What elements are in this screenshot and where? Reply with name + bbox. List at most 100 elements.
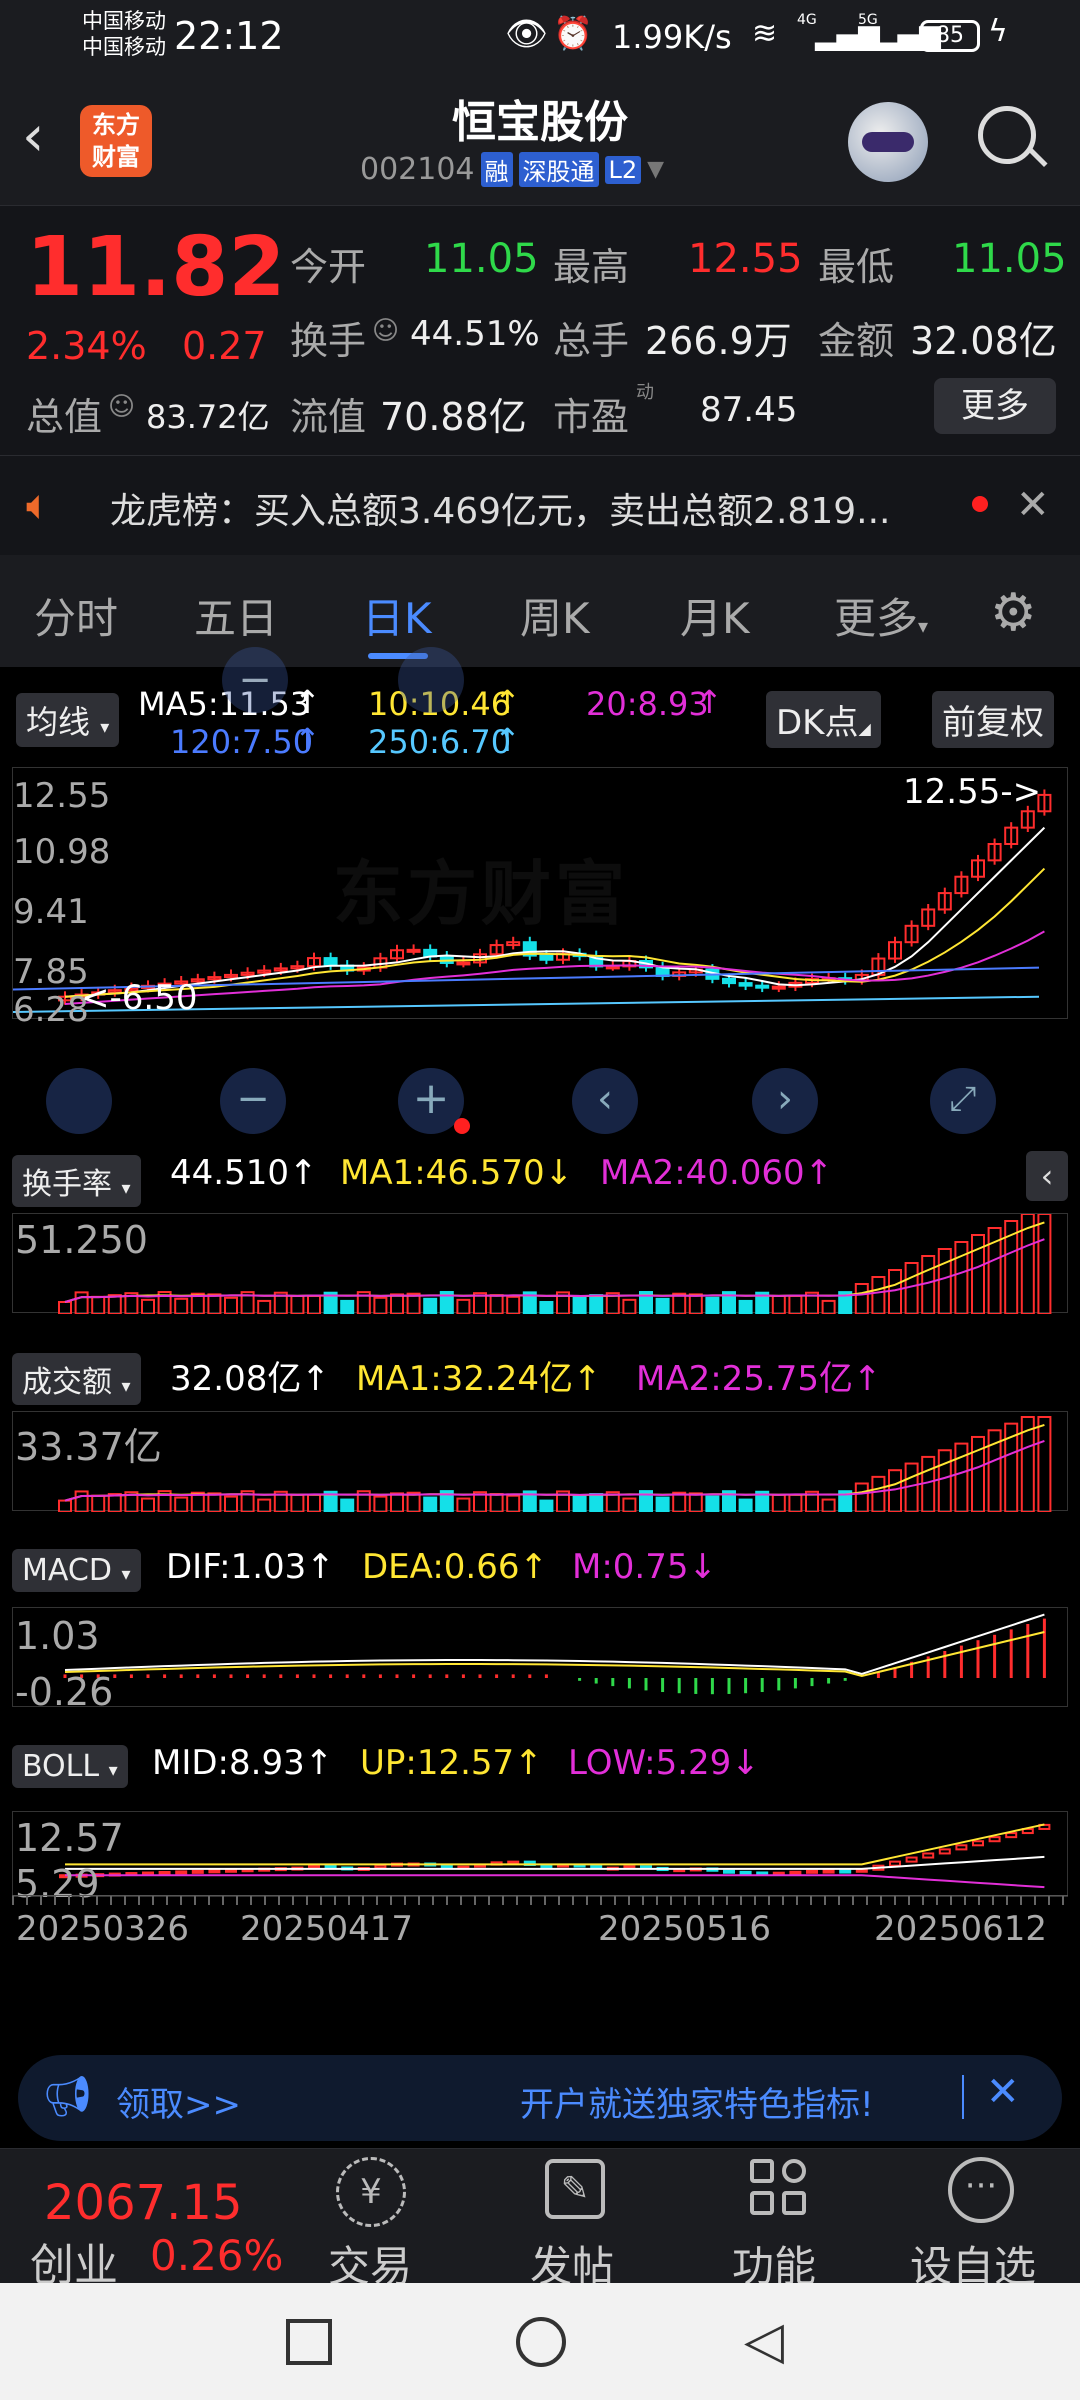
change-amount: 0.27 [182,324,267,368]
volume-bar [1037,1416,1052,1512]
index-value[interactable]: 2067.15 [44,2175,243,2231]
tab-weekly-k[interactable]: 周K [520,585,590,646]
back-nav-button[interactable]: ◁ [744,2311,784,2371]
turnover-bar [423,1297,438,1314]
tab-intraday[interactable]: 分时 [34,585,118,646]
turnover-chart[interactable]: 51.250 [12,1213,1068,1314]
notice-bar[interactable]: 🔈︎ 龙虎榜：买入总额3.469亿元，卖出总额2.819... ✕ [0,455,1080,555]
boll-up: UP:12.57↑ [360,1743,543,1783]
home-button[interactable] [516,2317,566,2367]
fullscreen-icon[interactable]: ⤢ [930,1068,996,1134]
volume-bar [207,1492,222,1512]
macd-indicator-select[interactable]: MACD ▾ [12,1549,141,1592]
stock-code-row[interactable]: 002104 融 深股通 L2 ▼ [360,152,664,187]
info-icon-2[interactable]: ☺ [108,392,135,422]
volume-bar [788,1493,803,1512]
turnover-bar [854,1283,869,1314]
date-axis-ticks [12,1895,1068,1905]
tab-more[interactable]: 更多▾ [834,585,928,646]
volume-indicator-value: 32.08亿↑ [170,1359,330,1399]
volume-label: 总手 [553,319,630,363]
turnover-bar [58,1301,72,1314]
low-marker: <-6.50 [81,978,198,1018]
robot-assistant-icon[interactable] [848,102,928,182]
low-value: 11.05 [952,236,1067,282]
carrier-1: 中国移动 [82,9,166,33]
turnover-bar [174,1297,189,1314]
y-tick-5: 6.28 [13,990,89,1030]
turnover-bar [141,1298,155,1314]
volume-indicator-select[interactable]: 成交额 ▾ [12,1353,141,1405]
volume-indicator-label: 成交额 [22,1365,112,1400]
high-label: 最高 [553,245,630,289]
event-marker-dot[interactable] [454,1118,470,1134]
zoom-out-button[interactable]: − [220,1068,286,1134]
candle-body [406,948,421,953]
charging-icon: ϟ [988,14,1008,49]
kline-chart[interactable]: 东方财富 12.55 10.98 9.41 7.85 6.28 12.55-> … [12,767,1068,1030]
boll-mid-value: MID:8.93 [152,1743,305,1783]
turnover-bar [207,1293,222,1314]
index-percent: 0.26% [150,2231,284,2280]
tab-monthly-k[interactable]: 月K [680,585,750,646]
ma-type-select[interactable]: 均线 ▾ [16,693,120,747]
boll-mid-line [65,1855,1045,1870]
search-icon[interactable] [978,106,1048,168]
candle-body [771,985,786,990]
turnover-bar [788,1294,803,1314]
more-button[interactable]: 更多 [934,378,1056,434]
settings-gear-icon[interactable]: ⚙ [990,583,1037,643]
open-value: 11.05 [424,236,539,282]
dropdown-icon: ▾ [121,1178,131,1199]
macd-chart[interactable]: 1.03 -0.26 [12,1607,1068,1714]
collapse-panel-button[interactable]: ‹ [1026,1151,1068,1201]
boll-candle [225,1868,237,1873]
date-label-3: 20250516 [598,1909,772,1949]
volume-bar [91,1494,106,1512]
promo-banner[interactable]: 📢︎ 领取>> 开户就送独家特色指标! ✕ [18,2055,1062,2141]
turnover-tick: 51.250 [15,1218,148,1262]
close-icon[interactable]: ✕ [986,2069,1020,2115]
scroll-right-button[interactable]: › [752,1068,818,1134]
banner-left-text[interactable]: 领取>> [116,2077,241,2126]
boll-mid: MID:8.93↑ [152,1743,334,1783]
scroll-left-button[interactable]: ‹ [572,1068,638,1134]
volume-value: 266.9万 [645,319,792,363]
ma120-up-icon: ↑ [294,721,321,759]
recent-apps-button[interactable] [286,2319,332,2365]
close-icon[interactable]: ✕ [1016,482,1050,528]
notice-text: 龙虎榜：买入总额3.469亿元，卖出总额2.819... [110,491,891,532]
macd-indicator-label: MACD [22,1553,112,1588]
boll-candle [440,1864,453,1869]
adjust-button[interactable]: 前复权 [932,691,1054,748]
boll-candle [938,1848,951,1855]
turnover-bar [937,1248,952,1314]
boll-low-value: LOW:5.29 [568,1743,732,1783]
turnover-bar [904,1262,919,1314]
zoom-out-button[interactable]: − [222,647,288,713]
info-icon[interactable]: ☺ [372,316,399,346]
ma250-value: 250:6.70 [368,723,512,761]
turnover-bar [622,1298,637,1314]
turnover-indicator-select[interactable]: 换手率 ▾ [12,1155,141,1207]
boll-candle [324,1864,337,1869]
more-dots-icon: ··· [948,2157,1014,2223]
chart-left-control[interactable] [46,1068,112,1134]
boll-candle [922,1852,935,1859]
date-label-1: 20250326 [16,1909,190,1949]
ma120-value: 120:7.50 [170,723,314,761]
tab-daily-k[interactable]: 日K [362,585,432,646]
volume-chart[interactable]: 33.37亿 [12,1411,1068,1512]
tab-five-day[interactable]: 五日 [194,585,278,646]
wifi-icon: ≋ [752,16,778,51]
volume-bar [954,1442,969,1512]
float-cap-value: 70.88亿 [380,395,527,439]
boll-indicator-select[interactable]: BOLL ▾ [12,1745,128,1788]
volume-bar [107,1493,122,1512]
banner-right-text[interactable]: 开户就送独家特色指标! [520,2077,874,2126]
turnover-bar [738,1299,753,1314]
boll-chart[interactable]: 12.57 5.29 [12,1811,1068,1906]
dk-point-button[interactable]: DK点◢ [766,691,881,748]
bottom-nav: 2067.15 创业 0.26% ¥ 交易 ✎ 发帖 功能 ··· 设自选 [0,2148,1080,2291]
macd-tick-bottom: -0.26 [15,1670,114,1714]
